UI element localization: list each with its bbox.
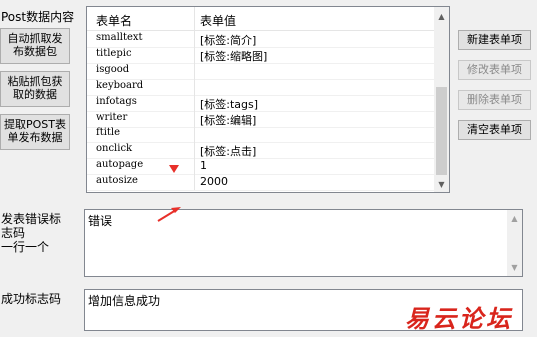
- form-field-name: infotags: [96, 95, 137, 107]
- table-row[interactable]: autopage 1: [87, 158, 434, 176]
- form-field-value: [标签:简介]: [200, 34, 257, 47]
- delete-item-button[interactable]: 删除表单项: [458, 90, 531, 110]
- error-flag-textarea[interactable]: 错误 ▲ ▼: [84, 209, 523, 277]
- form-field-value: [标签:tags]: [200, 97, 259, 111]
- table-row[interactable]: writer [标签:编辑]: [87, 110, 434, 128]
- form-field-value: [标签:编辑]: [200, 113, 257, 127]
- column-header-name[interactable]: 表单名: [96, 12, 132, 29]
- scroll-up-arrow-icon[interactable]: ▲: [434, 9, 449, 24]
- post-data-label: Post数据内容: [1, 10, 75, 24]
- table-row[interactable]: ftitle: [87, 126, 434, 144]
- form-field-name: writer: [96, 111, 128, 123]
- success-flag-text: 增加信息成功: [88, 294, 161, 308]
- form-items-list[interactable]: 表单名 表单值 smalltext [标签:简介] titlepic [标签:缩略图]…: [86, 6, 450, 193]
- edit-item-button[interactable]: 修改表单项: [458, 60, 531, 80]
- table-row[interactable]: autosize 2000: [87, 174, 434, 192]
- scroll-up-arrow-icon[interactable]: ▲: [507, 211, 522, 226]
- table-row[interactable]: smalltext [标签:简介]: [87, 31, 434, 48]
- form-field-value: [标签:点击]: [200, 145, 257, 159]
- form-field-name: autosize: [96, 175, 138, 187]
- clear-items-button[interactable]: 清空表单项: [458, 120, 531, 140]
- scroll-down-arrow-icon[interactable]: ▼: [507, 260, 522, 275]
- column-header-value[interactable]: 表单值: [200, 12, 236, 29]
- paste-fetch-button[interactable]: 粘贴抓包获 取的数据: [0, 71, 70, 107]
- list-header: 表单名 表单值: [87, 7, 434, 31]
- form-field-name: titlepic: [96, 47, 132, 59]
- table-row[interactable]: keyboard: [87, 78, 434, 96]
- error-flag-text: 错误: [88, 214, 113, 228]
- form-field-name: onclick: [96, 143, 133, 155]
- table-row[interactable]: infotags [标签:tags]: [87, 94, 434, 112]
- form-field-value: [标签:缩略图]: [200, 49, 268, 63]
- auto-fetch-button[interactable]: 自动抓取发 布数据包: [0, 28, 70, 64]
- form-field-name: ftitle: [96, 127, 121, 139]
- form-field-name: keyboard: [96, 79, 144, 91]
- watermark-logo: 易云论坛: [405, 304, 513, 333]
- scrollbar-thumb[interactable]: [436, 87, 447, 175]
- list-scrollbar[interactable]: ▲ ▼: [434, 7, 449, 192]
- extract-post-button[interactable]: 提取POST表 单发布数据: [0, 114, 70, 150]
- form-field-value: 2000: [200, 175, 228, 189]
- error-flag-label: 发表错误标 志码 一行一个: [1, 212, 62, 254]
- table-row[interactable]: titlepic [标签:缩略图]: [87, 46, 434, 64]
- table-row[interactable]: onclick [标签:点击]: [87, 142, 434, 160]
- form-field-name: autopage: [96, 159, 144, 171]
- scroll-down-arrow-icon[interactable]: ▼: [434, 177, 449, 192]
- form-field-name: smalltext: [96, 32, 143, 43]
- table-row[interactable]: isgood: [87, 62, 434, 80]
- form-field-name: isgood: [96, 63, 130, 75]
- success-flag-label: 成功标志码: [1, 292, 62, 306]
- error-textarea-scrollbar[interactable]: ▲ ▼: [507, 210, 522, 276]
- form-field-value: 1: [200, 159, 207, 173]
- new-item-button[interactable]: 新建表单项: [458, 30, 531, 50]
